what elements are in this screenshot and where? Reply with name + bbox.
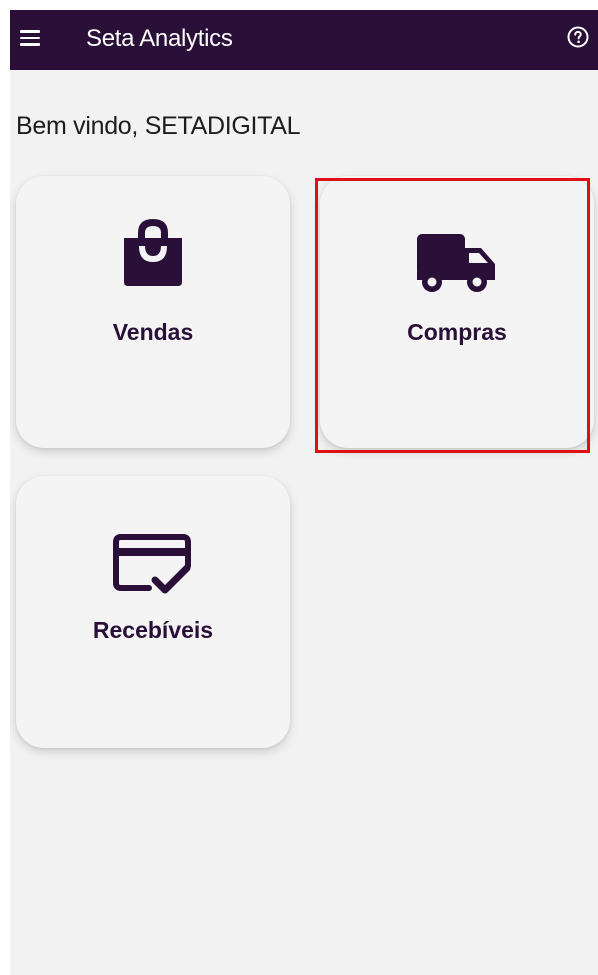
compras-card[interactable]: Compras bbox=[320, 176, 594, 448]
vendas-card[interactable]: Vendas bbox=[16, 176, 290, 448]
app-screen: Seta Analytics Bem vindo, SETADIGITAL Ve… bbox=[10, 10, 598, 975]
recebiveis-label: Recebíveis bbox=[92, 617, 214, 643]
help-circle-icon[interactable] bbox=[566, 25, 590, 49]
app-title: Seta Analytics bbox=[86, 25, 233, 52]
vendas-label: Vendas bbox=[112, 319, 194, 345]
hamburger-menu-icon[interactable] bbox=[20, 30, 40, 46]
delivery-truck-icon bbox=[417, 234, 497, 301]
compras-label: Compras bbox=[407, 319, 507, 345]
app-bar: Seta Analytics bbox=[10, 10, 598, 70]
credit-card-check-icon bbox=[113, 532, 193, 601]
shopping-bag-icon bbox=[122, 216, 184, 291]
recebiveis-card[interactable]: Recebíveis bbox=[16, 476, 290, 748]
welcome-message: Bem vindo, SETADIGITAL bbox=[16, 112, 301, 140]
